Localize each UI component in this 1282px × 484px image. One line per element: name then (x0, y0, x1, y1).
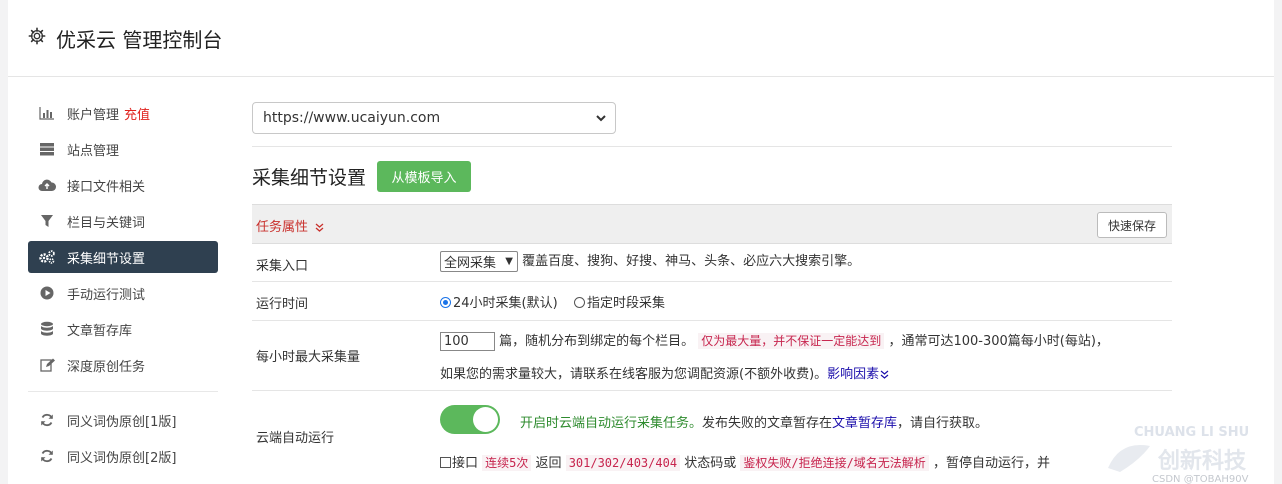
bar-chart-icon (38, 104, 56, 122)
factors-link-label: 影响因素 (827, 367, 880, 382)
console-frame: 优采云 管理控制台 账户管理 充值 站点管理 接口文件相关 栏目与关键词 采集细… (8, 0, 1274, 484)
sidebar-item-label: 文章暂存库 (67, 323, 133, 339)
row-content-line2: 如果您的需求量较大，请联系在线客服为您调配资源(不额外收费)。影响因素 (440, 363, 889, 382)
sidebar-item-label: 采集细节设置 (67, 251, 146, 267)
sidebar-item-article-storage[interactable]: 文章暂存库 (28, 313, 218, 345)
edit-icon (38, 356, 56, 374)
radio-scheduled[interactable] (573, 297, 585, 308)
row-runtime: 运行时间 24小时采集(默认) 指定时段采集 (252, 282, 1172, 321)
chevron-down-icon: ▼ (505, 256, 513, 267)
site-select[interactable]: https://www.ucaiyun.com (252, 102, 616, 134)
row-content: 24小时采集(默认) 指定时段采集 (440, 292, 665, 311)
gear-icon (28, 27, 46, 45)
sidebar-item-label: 同义词伪原创[2版] (67, 450, 177, 466)
code-status: 301/302/403/404 (565, 455, 681, 471)
task-attributes-label: 任务属性 (256, 220, 309, 235)
sidebar-item-synonym-v2[interactable]: 同义词伪原创[2版] (28, 440, 218, 472)
sidebar-divider (28, 391, 218, 392)
row-content: 100 篇，随机分布到绑定的每个栏目。 仅为最大量，并不保证一定能达到 ，通常可… (440, 330, 1170, 351)
cloud-text-2: ，请自行获取。 (897, 416, 989, 431)
sidebar-item-label: 接口文件相关 (67, 179, 146, 195)
cloud-t1: 返回 (535, 456, 562, 471)
max-text-2: ，通常可达100-300篇每小时(每站)， (888, 334, 1109, 349)
row-label: 采集入口 (256, 259, 309, 274)
cloud-desc: 开启时云端自动运行采集任务。发布失败的文章暂存在文章暂存库，请自行获取。 (520, 412, 988, 431)
task-attributes-header: 任务属性 快速保存 (252, 204, 1172, 244)
watermark-line2: 创新科技 (1157, 448, 1247, 474)
task-attributes-toggle[interactable]: 任务属性 (256, 216, 324, 235)
max-per-hour-input[interactable]: 100 (440, 332, 495, 351)
max-red-note: 仅为最大量，并不保证一定能达到 (698, 333, 885, 349)
site-select-value: https://www.ucaiyun.com (263, 110, 441, 126)
sidebar-item-manual-test[interactable]: 手动运行测试 (28, 277, 218, 309)
play-circle-icon (38, 284, 56, 302)
sidebar-item-interface-files[interactable]: 接口文件相关 (28, 169, 218, 201)
cloud-upload-icon (38, 176, 56, 194)
watermark-logo: CHUANG LI SHU 创新科技 CSDN @TOBAH90V (1108, 425, 1249, 484)
cogs-icon (38, 248, 56, 266)
pause-checkbox[interactable] (440, 457, 451, 468)
watermark-line1: CHUANG LI SHU (1134, 425, 1249, 440)
article-storage-link[interactable]: 文章暂存库 (832, 416, 897, 431)
sidebar-item-account[interactable]: 账户管理 充值 (28, 97, 218, 129)
collect-entry-desc: 覆盖百度、搜狗、好搜、神马、头条、必应六大搜索引擎。 (522, 254, 861, 269)
sidebar-item-synonym-v1[interactable]: 同义词伪原创[1版] (28, 404, 218, 436)
sidebar-item-deep-original[interactable]: 深度原创任务 (28, 349, 218, 381)
chevron-down-icon (596, 115, 606, 122)
sidebar-item-label: 深度原创任务 (67, 359, 146, 375)
main-content: https://www.ucaiyun.com 采集细节设置 从模板导入 任务属… (252, 0, 1172, 484)
server-icon (38, 140, 56, 158)
sidebar-item-label: 账户管理 (67, 107, 120, 123)
factors-link[interactable]: 影响因素 (827, 367, 889, 382)
row-cloud-auto-run: 云端自动运行 开启时云端自动运行采集任务。发布失败的文章暂存在文章暂存库，请自行… (252, 391, 1172, 483)
database-icon (38, 320, 56, 338)
sidebar-item-label: 同义词伪原创[1版] (67, 414, 177, 430)
cloud-t3: ，暂停自动运行，并 (932, 456, 1050, 471)
row-label: 每小时最大采集量 (256, 350, 361, 365)
sidebar-item-collect-settings[interactable]: 采集细节设置 (28, 241, 218, 273)
sidebar-item-label: 手动运行测试 (67, 287, 146, 303)
quick-save-button[interactable]: 快速保存 (1097, 212, 1167, 238)
console-title: 优采云 管理控制台 (56, 28, 223, 52)
sidebar: 账户管理 充值 站点管理 接口文件相关 栏目与关键词 采集细节设置 手动运行测试… (28, 97, 218, 476)
cloud-pause-rule: 接口 连续5次 返回 301/302/403/404 状态码或 鉴权失败/拒绝连… (440, 452, 1050, 471)
code-errors: 鉴权失败/拒绝连接/域名无法解析 (740, 455, 929, 471)
toggle-knob (473, 407, 498, 432)
pause-checkbox-label: 接口 (452, 456, 479, 471)
double-chevron-down-icon (315, 223, 324, 232)
max-text-1: 篇，随机分布到绑定的每个栏目。 (499, 334, 695, 349)
sidebar-item-sites[interactable]: 站点管理 (28, 133, 218, 165)
import-from-template-button[interactable]: 从模板导入 (377, 161, 471, 192)
row-content: 全网采集 ▼ 覆盖百度、搜狗、好搜、神马、头条、必应六大搜索引擎。 (440, 250, 860, 272)
collect-entry-select-value: 全网采集 (444, 256, 497, 271)
divider (252, 146, 1172, 147)
double-chevron-down-icon (880, 370, 889, 379)
row-collect-entry: 采集入口 全网采集 ▼ 覆盖百度、搜狗、好搜、神马、头条、必应六大搜索引擎。 (252, 243, 1172, 282)
radio-scheduled-label: 指定时段采集 (586, 296, 665, 311)
sidebar-item-label: 站点管理 (67, 143, 120, 159)
radio-24h-label: 24小时采集(默认) (453, 296, 558, 311)
row-max-per-hour: 每小时最大采集量 100 篇，随机分布到绑定的每个栏目。 仅为最大量，并不保证一… (252, 321, 1172, 391)
cloud-green-text: 开启时云端自动运行采集任务。 (520, 416, 703, 431)
sidebar-item-columns-keywords[interactable]: 栏目与关键词 (28, 205, 218, 237)
cloud-auto-run-toggle[interactable] (440, 405, 500, 434)
sidebar-item-label: 栏目与关键词 (67, 215, 146, 231)
refresh-icon (38, 447, 56, 465)
cloud-t2: 状态码或 (684, 456, 737, 471)
refresh-icon (38, 411, 56, 429)
radio-24h[interactable] (440, 297, 451, 308)
code-consecutive: 连续5次 (482, 455, 532, 471)
collect-entry-select[interactable]: 全网采集 ▼ (440, 251, 518, 272)
watermark-line3: CSDN @TOBAH90V (1152, 474, 1249, 484)
row-label: 运行时间 (256, 297, 309, 312)
max-text-3: 如果您的需求量较大，请联系在线客服为您调配资源(不额外收费)。 (440, 367, 828, 382)
row-label: 云端自动运行 (256, 431, 335, 446)
recharge-link[interactable]: 充值 (124, 104, 150, 123)
section-title: 采集细节设置 (252, 167, 367, 189)
filter-icon (38, 212, 56, 230)
cloud-text-1: 发布失败的文章暂存在 (702, 416, 833, 431)
